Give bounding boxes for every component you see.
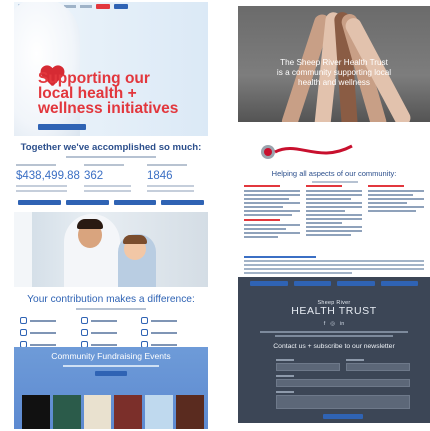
events-section: Community Fundraising Events — [14, 347, 208, 429]
event-poster[interactable] — [22, 395, 50, 429]
hands-caption: The Sheep River Health Trust is a commun… — [276, 58, 392, 87]
site-footer: Sheep River HEALTH TRUST f ◎ in Contact … — [238, 277, 430, 423]
left-column: Supporting our local health + wellness i… — [14, 2, 208, 429]
event-poster[interactable] — [83, 395, 112, 429]
stats-row: $438,499.88 362 1846 — [14, 158, 208, 192]
event-poster[interactable] — [52, 395, 81, 429]
nav-donate-button[interactable] — [96, 4, 110, 9]
stat-donations: $438,499.88 — [16, 164, 80, 192]
contribution-item[interactable] — [141, 329, 202, 336]
first-name-input[interactable] — [276, 363, 340, 371]
footer-buttons — [238, 277, 430, 290]
hero-section: Supporting our local health + wellness i… — [14, 2, 208, 136]
contribution-grid — [14, 310, 208, 348]
hands-photo: The Sheep River Health Trust is a commun… — [238, 6, 430, 122]
email-input[interactable] — [276, 379, 410, 387]
hero-cta-button[interactable] — [38, 124, 86, 130]
linkedin-icon[interactable]: in — [340, 321, 344, 327]
stat-served: 1846 — [146, 164, 206, 192]
action-button[interactable] — [18, 200, 61, 205]
contribution-item[interactable] — [80, 329, 142, 336]
footer-button[interactable] — [380, 281, 418, 286]
social-links: f ◎ in — [238, 321, 430, 327]
contribution-item[interactable] — [141, 317, 202, 324]
footer-button[interactable] — [337, 281, 375, 286]
help-footnote — [244, 256, 424, 276]
footer-brand: Sheep River HEALTH TRUST — [291, 300, 377, 317]
events-button[interactable] — [95, 371, 127, 376]
footer-contact-line — [275, 335, 393, 337]
screenshot-collage: Supporting our local health + wellness i… — [0, 0, 430, 431]
event-posters — [22, 395, 204, 429]
contribution-item[interactable] — [20, 329, 81, 336]
nav-contact-button[interactable] — [114, 4, 128, 9]
contribution-item[interactable] — [20, 317, 81, 324]
accomplishments-section: Together we've accomplished so much: $43… — [14, 136, 208, 212]
stat-value: 362 — [83, 170, 104, 182]
stat-value: $438,499.88 — [16, 170, 80, 182]
help-title: Helping all aspects of our community: — [271, 169, 397, 178]
action-button[interactable] — [161, 200, 204, 205]
submit-button[interactable] — [323, 414, 363, 419]
message-textarea[interactable] — [276, 395, 410, 409]
event-poster[interactable] — [145, 395, 174, 429]
action-button[interactable] — [113, 200, 157, 205]
help-section: Helping all aspects of our community: — [238, 138, 430, 278]
stethoscope-icon — [261, 144, 353, 159]
hero-headline: Supporting our local health + wellness i… — [38, 70, 208, 117]
facebook-icon[interactable]: f — [324, 321, 326, 327]
footer-button[interactable] — [250, 281, 288, 286]
help-column — [368, 185, 424, 240]
right-column: The Sheep River Health Trust is a commun… — [238, 6, 430, 423]
newsletter-title: Contact us + subscribe to our newsletter — [273, 343, 395, 350]
doctor-child-photo — [14, 212, 208, 287]
item-icon — [141, 329, 149, 336]
contribution-section: Your contribution makes a difference: — [14, 287, 208, 348]
hero-headline-line: wellness initiatives — [38, 100, 179, 117]
hero-headline-line: Supporting our — [38, 70, 150, 87]
item-icon — [20, 317, 27, 324]
newsletter-form — [276, 359, 410, 419]
help-columns — [244, 185, 424, 240]
item-icon — [80, 329, 88, 336]
nav-link[interactable] — [80, 5, 92, 8]
event-poster[interactable] — [176, 395, 204, 429]
contribution-item[interactable] — [80, 317, 142, 324]
item-icon — [20, 329, 27, 336]
footer-address — [260, 331, 408, 333]
accomplishments-buttons — [18, 200, 204, 205]
hero-headline-line: local health + — [38, 85, 137, 102]
item-icon — [141, 317, 149, 324]
item-icon — [80, 317, 88, 324]
instagram-icon[interactable]: ◎ — [330, 321, 335, 327]
action-button[interactable] — [65, 200, 109, 205]
footer-button[interactable] — [293, 281, 331, 286]
help-column — [244, 185, 300, 240]
last-name-input[interactable] — [346, 363, 410, 371]
contribution-title: Your contribution makes a difference: — [27, 294, 195, 305]
help-column — [306, 185, 362, 240]
stat-value: 1846 — [146, 170, 173, 182]
event-poster[interactable] — [114, 395, 143, 429]
events-title: Community Fundraising Events — [51, 351, 171, 361]
stat-supported: 362 — [83, 164, 143, 192]
accomplishments-title: Together we've accomplished so much: — [20, 142, 202, 153]
